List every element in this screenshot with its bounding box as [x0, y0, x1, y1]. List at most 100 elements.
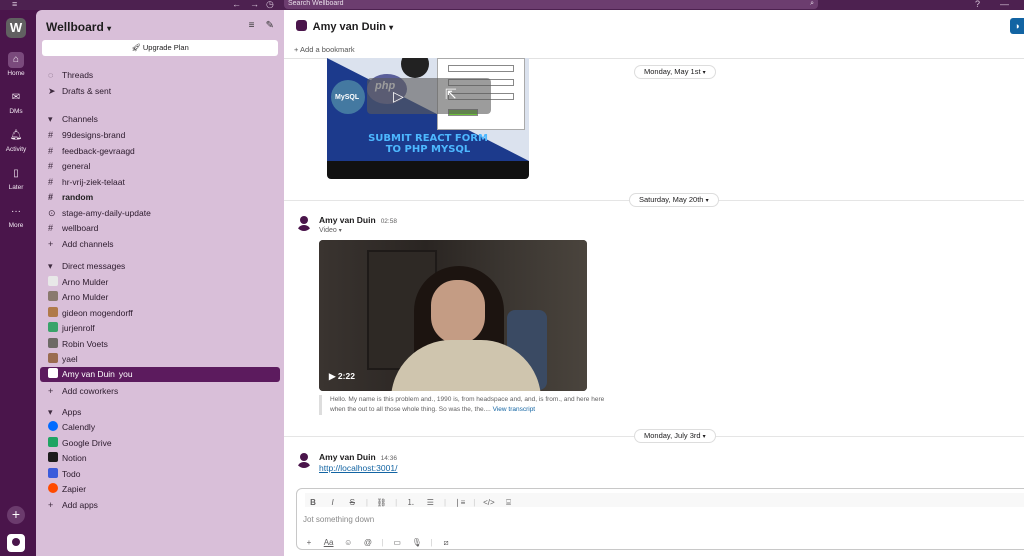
channel-item[interactable]: #99designs-brand	[40, 128, 280, 143]
add-workspace-button[interactable]: +	[7, 506, 25, 524]
compose-icon[interactable]: ✎	[266, 20, 274, 31]
video-player[interactable]: ▶ 2:22	[319, 240, 587, 391]
bulleted-list-icon[interactable]: ☰	[422, 496, 438, 510]
menu-icon[interactable]: ≡	[12, 0, 17, 9]
channel-item[interactable]: # hr-vrij-ziek-telaat	[40, 175, 280, 190]
ordered-list-icon[interactable]: ⒈	[403, 496, 419, 510]
avatar	[48, 322, 58, 332]
rail-home[interactable]: ⌂ Home	[0, 52, 32, 77]
message-link[interactable]: http://localhost:3001/	[319, 463, 397, 473]
send-icon: ➤	[48, 86, 56, 96]
upgrade-plan-button[interactable]: 🚀︎ Upgrade Plan	[42, 40, 278, 56]
dm-item[interactable]: Arno Mulder	[40, 275, 280, 290]
caret-down-icon: ▾	[338, 228, 342, 234]
app-name: Zapier	[62, 484, 87, 494]
threads-icon: ◌	[48, 70, 54, 80]
slash-command-icon[interactable]: ⧄	[438, 536, 454, 550]
help-icon[interactable]: ?	[975, 0, 980, 9]
blockquote-icon[interactable]: ❘≡	[452, 496, 468, 510]
author-name: Amy van Duin	[319, 452, 376, 462]
dm-item[interactable]: gideon mogendorff	[40, 306, 280, 321]
app-item[interactable]: Notion	[40, 451, 280, 466]
mention-icon[interactable]: @	[360, 536, 376, 550]
message-author[interactable]: Amy van Duin 14:36	[319, 452, 397, 462]
channel-item[interactable]: ⊙ stage-amy-daily-update	[40, 206, 280, 221]
strikethrough-icon[interactable]: S	[344, 496, 360, 510]
plus-icon: +	[48, 239, 54, 249]
app-item[interactable]: Google Drive	[40, 436, 280, 451]
video-duration[interactable]: ▶ 2:22	[329, 371, 355, 382]
filter-icon[interactable]: ≡	[249, 20, 255, 31]
video-thumbnail-card[interactable]: MySQL php ▷ ⇱ SUBMIT REACT FORM TO PHP M…	[327, 58, 529, 179]
arrow-right-icon[interactable]: →	[250, 0, 259, 9]
italic-icon[interactable]: I	[325, 496, 341, 510]
code-icon[interactable]: </>	[481, 496, 497, 510]
search-input[interactable]: Search Wellboard ⌕	[284, 0, 818, 9]
sidebar-item-threads[interactable]: ◌ Threads	[40, 68, 280, 83]
workspace-switcher[interactable]: W	[6, 18, 26, 38]
channel-item-unread[interactable]: # random	[40, 190, 280, 205]
add-apps-button[interactable]: + Add apps	[40, 498, 280, 513]
thumbnail-footer	[327, 161, 529, 179]
plus-icon[interactable]: +	[301, 536, 317, 550]
rail-more[interactable]: ··· More	[0, 204, 32, 229]
window-minimize-icon[interactable]: —	[1000, 0, 1009, 9]
calendly-icon	[48, 421, 58, 431]
dm-item[interactable]: Robin Voets	[40, 337, 280, 352]
message-timestamp[interactable]: 14:36	[381, 455, 397, 462]
rail-later[interactable]: ▯ Later	[0, 166, 32, 191]
emoji-icon[interactable]: ☺	[340, 536, 356, 550]
avatar	[48, 291, 58, 301]
rail-dms[interactable]: ✉ DMs	[0, 90, 32, 115]
channel-item[interactable]: # general	[40, 159, 280, 174]
external-link-icon[interactable]: ⇱	[445, 86, 457, 103]
format-toggle-button[interactable]: Aa	[321, 536, 337, 550]
message-input[interactable]: Jot something down	[303, 515, 374, 524]
attachment-type[interactable]: Video ▾	[319, 227, 342, 234]
channel-title[interactable]: Amy van Duin ▾	[296, 20, 393, 33]
dms-icon: ✉	[11, 92, 21, 103]
dm-item-active[interactable]: Amy van Duin you	[40, 367, 280, 382]
dm-section-header[interactable]: ▾ Direct messages	[40, 259, 280, 274]
user-avatar[interactable]	[7, 534, 25, 552]
microphone-icon[interactable]: 🎙︎	[409, 536, 425, 550]
message-timestamp[interactable]: 02:58	[381, 218, 397, 225]
avatar	[48, 353, 58, 363]
view-transcript-link[interactable]: View transcript	[493, 406, 536, 413]
apps-section-header[interactable]: ▾ Apps	[40, 405, 280, 420]
dm-item[interactable]: jurjenrolf	[40, 321, 280, 336]
link-icon[interactable]: ⛓	[374, 496, 390, 510]
huddle-button[interactable]: ◑	[1010, 18, 1024, 34]
channels-section-header[interactable]: ▾ Channels	[40, 112, 280, 127]
app-item[interactable]: Calendly	[40, 420, 280, 435]
arrow-left-icon[interactable]: ←	[232, 0, 241, 9]
add-apps-label: Add apps	[62, 500, 98, 510]
bold-icon[interactable]: B	[305, 496, 321, 510]
avatar[interactable]	[296, 215, 312, 231]
add-coworkers-button[interactable]: + Add coworkers	[40, 384, 280, 399]
rail-activity[interactable]: 🔔︎ Activity	[0, 128, 32, 153]
search-icon: ⌕	[810, 0, 814, 7]
add-bookmark-button[interactable]: + Add a bookmark	[294, 45, 355, 54]
app-item[interactable]: Zapier	[40, 482, 280, 497]
clock-icon[interactable]: ◷	[266, 0, 274, 9]
play-icon[interactable]: ▷	[393, 88, 404, 105]
channel-item[interactable]: # wellboard	[40, 221, 280, 236]
dm-item[interactable]: yael	[40, 352, 280, 367]
avatar	[48, 368, 58, 378]
avatar[interactable]	[296, 452, 312, 468]
date-divider-pill[interactable]: Saturday, May 20th ▾	[629, 193, 719, 207]
thumbnail-title-line: SUBMIT REACT FORM	[368, 133, 488, 144]
channel-item[interactable]: # feedback-gevraagd	[40, 144, 280, 159]
message-author[interactable]: Amy van Duin 02:58	[319, 215, 397, 225]
divider: |	[381, 538, 384, 547]
dm-item[interactable]: Arno Mulder	[40, 290, 280, 305]
add-channels-button[interactable]: + Add channels	[40, 237, 280, 252]
workspace-name[interactable]: Wellboard ▾	[46, 20, 111, 34]
date-divider-pill[interactable]: Monday, May 1st ▾	[634, 65, 716, 79]
app-item[interactable]: Todo	[40, 467, 280, 482]
code-block-icon[interactable]: ⌸	[501, 496, 517, 510]
date-divider-pill[interactable]: Monday, July 3rd ▾	[634, 429, 716, 443]
video-camera-icon[interactable]: ▭	[389, 536, 405, 550]
sidebar-item-drafts[interactable]: ➤ Drafts & sent	[40, 84, 280, 99]
